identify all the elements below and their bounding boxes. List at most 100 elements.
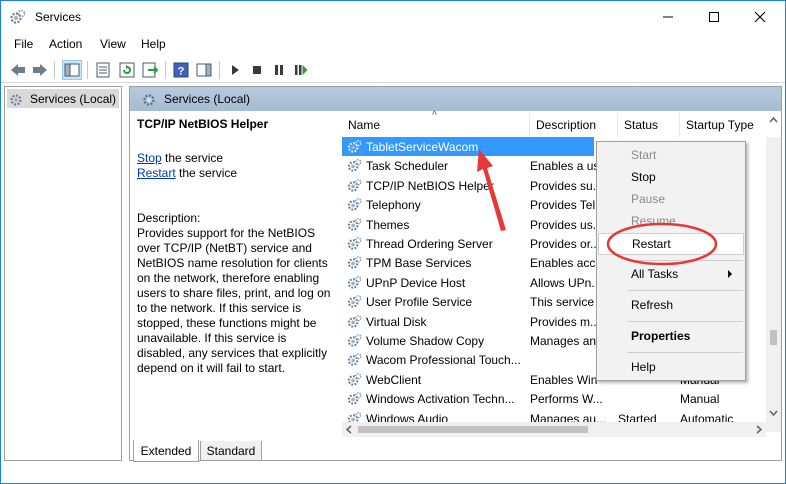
tree-node-services-local[interactable]: Services (Local) (7, 89, 119, 108)
menu-action[interactable]: Action (49, 37, 82, 51)
service-startup-type: Manual (680, 392, 720, 407)
forward-arrow-icon (33, 64, 47, 76)
show-hide-tree-button[interactable] (62, 60, 82, 80)
properties-button[interactable] (93, 60, 113, 80)
pause-icon (275, 65, 283, 75)
tree-pane: Services (Local) (4, 86, 122, 461)
properties-icon (96, 62, 110, 78)
help-icon: ? (173, 62, 189, 78)
help-button[interactable]: ? (171, 60, 191, 80)
submenu-arrow-icon (728, 270, 732, 278)
restart-link[interactable]: Restart (137, 166, 176, 180)
service-name: TPM Base Services (366, 256, 472, 271)
service-gear-icon (347, 198, 362, 211)
maximize-button[interactable] (691, 1, 737, 33)
start-service-button[interactable] (225, 60, 245, 80)
menu-separator (627, 321, 743, 322)
service-gear-icon (347, 372, 362, 386)
menu-separator (627, 352, 743, 353)
minimize-icon (663, 16, 673, 18)
context-menu: Start Stop Pause Resume Restart All Task… (596, 141, 746, 381)
horizontal-scrollbar[interactable] (342, 422, 766, 437)
title-bar[interactable]: Services (1, 1, 785, 33)
column-header-status[interactable]: Status (618, 113, 680, 137)
menu-item-all-tasks[interactable]: All Tasks (598, 263, 744, 285)
menu-item-properties[interactable]: Properties (598, 325, 744, 347)
menu-separator (627, 290, 743, 291)
service-gear-icon (347, 159, 362, 173)
service-name: Task Scheduler (366, 159, 449, 174)
window-title: Services (35, 10, 82, 24)
tab-extended[interactable]: Extended (133, 440, 199, 462)
tree-node-label: Services (Local) (30, 91, 117, 106)
stop-suffix: the service (161, 151, 224, 165)
service-gear-icon (347, 237, 362, 250)
column-header-startup-type[interactable]: Startup Type (680, 113, 770, 137)
toolbar: ? (1, 57, 785, 83)
services-gear-icon (10, 9, 26, 24)
service-gear-icon (347, 334, 362, 347)
export-list-icon (142, 62, 158, 78)
tab-standard[interactable]: Standard (200, 441, 262, 461)
action-pane-icon (196, 63, 212, 77)
refresh-icon (119, 62, 135, 78)
service-description-panel: TCP/IP NetBIOS Helper Stop the service R… (137, 117, 337, 376)
service-gear-icon (347, 392, 362, 405)
menu-separator (627, 260, 743, 261)
menu-item-stop[interactable]: Stop (598, 166, 744, 188)
stop-icon (253, 66, 261, 74)
forward-button[interactable] (30, 60, 50, 80)
service-description: Performs W... (530, 392, 603, 407)
play-icon (232, 65, 239, 75)
service-gear-icon (347, 353, 362, 367)
pane-header-title: Services (Local) (164, 92, 251, 106)
description-label: Description: (137, 211, 201, 225)
menu-item-restart[interactable]: Restart (598, 233, 744, 255)
stop-service-button[interactable] (247, 60, 267, 80)
menu-help[interactable]: Help (141, 37, 166, 51)
menu-item-refresh[interactable]: Refresh (598, 294, 744, 316)
action-pane-button[interactable] (194, 60, 214, 80)
service-gear-icon (347, 295, 362, 308)
services-gear-icon (10, 93, 22, 106)
vertical-scrollbar[interactable] (766, 116, 781, 432)
horizontal-scroll-thumb[interactable] (358, 426, 588, 433)
scroll-down-icon (769, 410, 778, 417)
menu-item-start[interactable]: Start (598, 144, 744, 166)
column-header-name[interactable]: Name (342, 113, 530, 137)
minimize-button[interactable] (645, 1, 691, 33)
service-gear-icon (347, 256, 362, 270)
pause-service-button[interactable] (269, 60, 289, 80)
table-row[interactable]: Windows Activation Techn... Performs W...… (342, 389, 770, 408)
service-gear-icon (347, 275, 362, 289)
menu-view[interactable]: View (100, 37, 126, 51)
selected-service-title: TCP/IP NetBIOS Helper (137, 117, 269, 131)
close-icon (754, 11, 766, 23)
show-hide-tree-icon (64, 63, 80, 77)
close-button[interactable] (737, 1, 783, 33)
export-list-button[interactable] (140, 60, 160, 80)
service-name: TabletServiceWacom (366, 140, 479, 154)
service-name: Volume Shadow Copy (366, 334, 485, 348)
svg-text:?: ? (178, 66, 185, 78)
service-name: Windows Activation Techn... (366, 392, 515, 407)
stop-link[interactable]: Stop (137, 151, 162, 165)
service-gear-icon (347, 217, 362, 231)
service-name: WebClient (366, 372, 422, 387)
menu-item-pause[interactable]: Pause (598, 188, 744, 210)
services-window: Services File Action View Help ? Service… (0, 0, 786, 484)
refresh-button[interactable] (117, 60, 137, 80)
scroll-right-icon (756, 425, 763, 434)
service-name: Virtual Disk (366, 314, 427, 329)
table-row[interactable]: TabletServiceWacom (342, 137, 594, 156)
menu-item-help[interactable]: Help (598, 356, 744, 378)
menu-file[interactable]: File (14, 37, 33, 51)
column-header-description[interactable]: Description (530, 113, 618, 137)
back-button[interactable] (8, 60, 28, 80)
restart-service-button[interactable] (291, 60, 311, 80)
menu-item-resume[interactable]: Resume (598, 210, 744, 232)
restart-line: Restart the service (137, 166, 337, 181)
service-gear-icon (347, 140, 362, 153)
scroll-thumb[interactable] (770, 330, 777, 345)
service-name: Thread Ordering Server (366, 237, 493, 251)
